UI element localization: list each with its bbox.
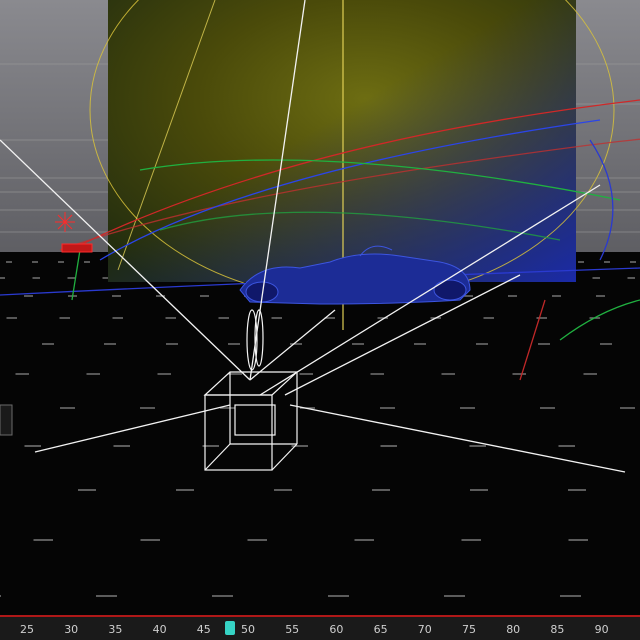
timeline-tick-label: 90: [594, 623, 609, 636]
timeline-tick-label: 65: [373, 623, 388, 636]
timeline-tick-label: 75: [462, 623, 476, 636]
timeline-tick-label: 70: [417, 623, 432, 636]
timeline-range-line: [0, 615, 640, 617]
floor-plane: [0, 252, 640, 616]
backdrop-plane[interactable]: [108, 0, 576, 282]
timeline-tick-label: 60: [329, 623, 344, 636]
timeline-tick-label: 25: [20, 623, 34, 636]
timeline-tick-label: 85: [550, 623, 565, 636]
timeline-bar[interactable]: 25 30 35 40 45 50 55 60 65 70 75 80 85 90: [0, 615, 640, 640]
timeline-tick-label: 40: [152, 623, 167, 636]
timeline-tick-label: 30: [64, 623, 79, 636]
timeline-tick-label: 45: [196, 623, 211, 636]
timeline-playhead[interactable]: [225, 621, 236, 635]
timeline-tick-label: 50: [241, 623, 255, 636]
viewport-canvas[interactable]: [0, 0, 640, 616]
timeline-tick-label: 35: [108, 623, 123, 636]
side-object: [0, 404, 13, 436]
timeline-tick-label: 80: [506, 623, 521, 636]
3d-viewport[interactable]: [0, 0, 640, 616]
timeline-tick-label: 55: [285, 623, 300, 636]
